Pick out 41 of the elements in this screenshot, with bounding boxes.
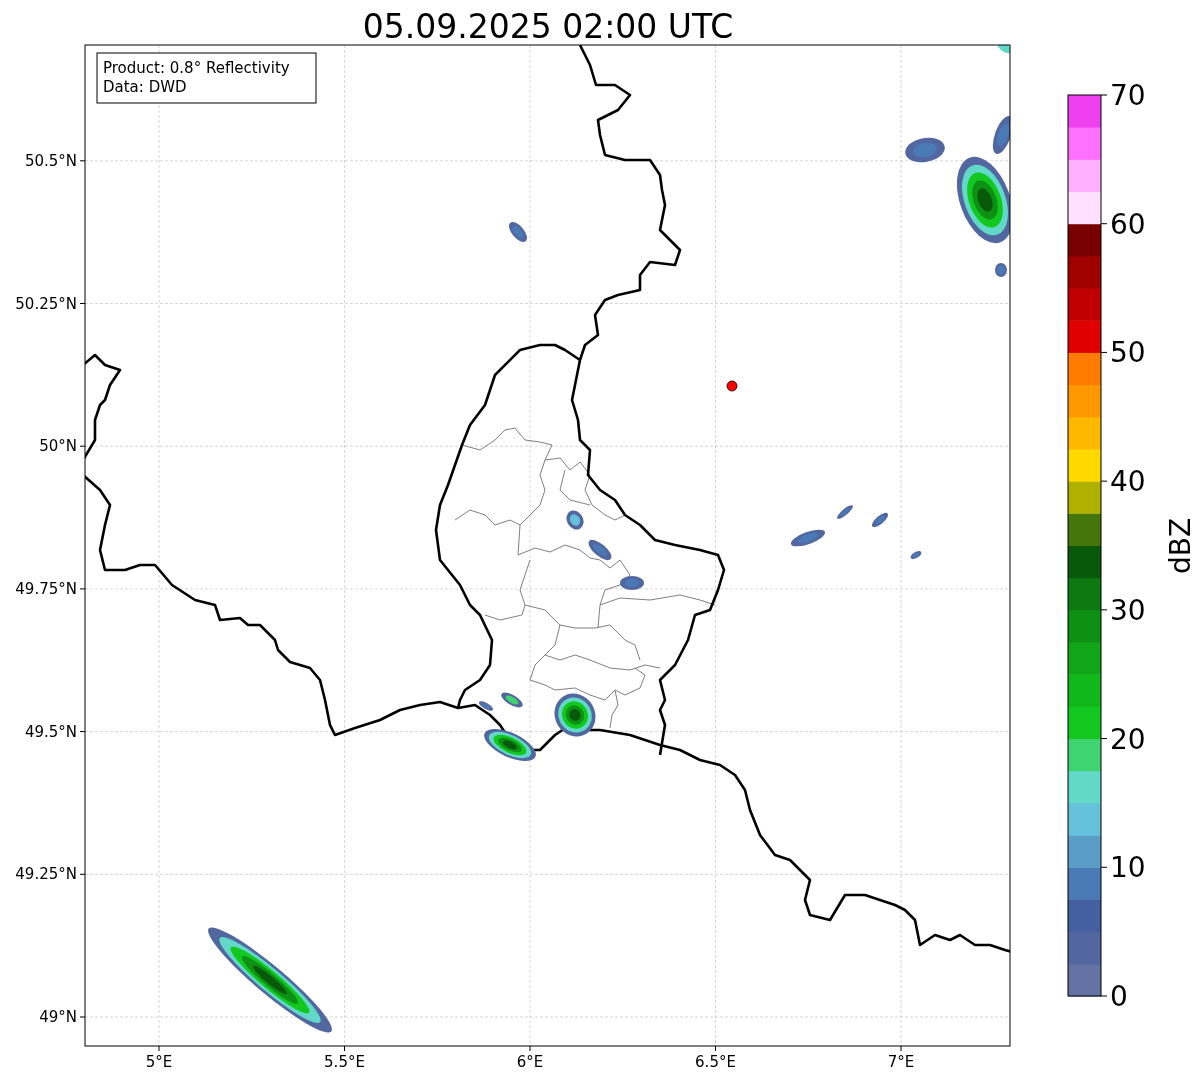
longitude-label: 6°E <box>516 1053 544 1071</box>
radar-echo <box>620 576 644 590</box>
colorbar-tick-label: 40 <box>1110 465 1146 499</box>
radar-echo <box>837 505 853 519</box>
latitude-label: 50°N <box>39 437 77 456</box>
radar-echo <box>992 116 1010 154</box>
latitude-label: 49°N <box>39 1008 77 1026</box>
radar-echo <box>501 692 523 708</box>
radar-echo <box>588 539 612 561</box>
radar-echo <box>478 701 494 711</box>
radar-echo <box>871 512 889 528</box>
radar-echo <box>790 529 826 547</box>
site-marker <box>726 380 738 392</box>
colorbar-tick-label: 10 <box>1110 851 1146 885</box>
colorbar-tick-label: 50 <box>1110 336 1146 370</box>
latitude-label: 50.5°N <box>24 151 77 170</box>
radar-echo <box>997 45 1010 54</box>
longitude-label: 5.5°E <box>324 1053 365 1071</box>
radar-echo <box>905 137 945 163</box>
radar-echo <box>554 693 596 737</box>
info-text: Data: DWD <box>103 78 187 96</box>
radar-echo <box>509 222 527 242</box>
colorbar-label: dBZ <box>1164 517 1197 575</box>
radar-echo <box>566 510 584 530</box>
longitude-label: 5°E <box>145 1053 173 1071</box>
colorbar-tick-label: 70 <box>1110 79 1146 112</box>
longitude-label: 6.5°E <box>695 1053 736 1071</box>
radar-echo <box>484 728 536 762</box>
latitude-label: 49.25°N <box>15 865 77 884</box>
info-text: Product: 0.8° Reflectivity <box>103 59 290 77</box>
radar-echo <box>910 551 922 559</box>
radar-echo <box>995 263 1007 277</box>
longitude-label: 7°E <box>887 1053 915 1071</box>
colorbar-tick-label: 20 <box>1110 722 1146 756</box>
map-title: 05.09.2025 02:00 UTC <box>362 7 734 46</box>
latitude-label: 50.25°N <box>15 294 77 313</box>
colorbar-tick-label: 60 <box>1110 207 1146 241</box>
latitude-label: 49.75°N <box>15 579 77 598</box>
colorbar-tick-label: 30 <box>1110 593 1146 627</box>
colorbar-tick-label: 0 <box>1110 980 1128 1013</box>
latitude-label: 49.5°N <box>24 722 77 741</box>
